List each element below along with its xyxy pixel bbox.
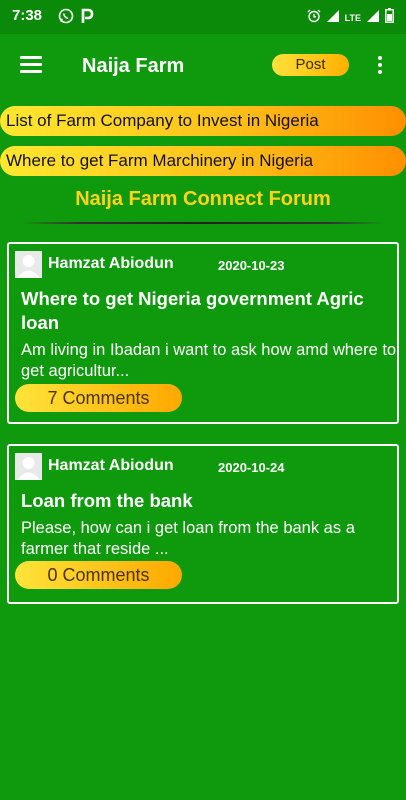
more-options-icon[interactable]	[376, 56, 384, 76]
post-title[interactable]: Loan from the bank	[21, 489, 397, 513]
post-date: 2020-10-24	[218, 460, 285, 475]
status-time: 7:38	[12, 7, 43, 24]
post-title[interactable]: Where to get Nigeria government Agric lo…	[21, 287, 397, 335]
avatar	[15, 251, 42, 278]
forum-divider	[22, 222, 384, 224]
status-right-icons: LTE	[307, 8, 394, 28]
forum-title: Naija Farm Connect Forum	[75, 188, 331, 210]
alarm-icon	[307, 9, 321, 28]
post-excerpt: Am living in Ibadan i want to ask how am…	[21, 341, 397, 380]
signal-icon	[326, 9, 339, 27]
post-excerpt: Please, how can i get loan from the bank…	[21, 519, 355, 558]
banner-farm-companies[interactable]: List of Farm Company to Invest in Nigeri…	[0, 106, 406, 136]
post-date: 2020-10-23	[218, 258, 285, 273]
comments-button[interactable]: 7 Comments	[15, 384, 182, 412]
post-author: Hamzat Abiodun	[48, 255, 174, 272]
p-app-icon	[80, 8, 94, 29]
menu-icon[interactable]	[20, 56, 42, 74]
post-author: Hamzat Abiodun	[48, 457, 174, 474]
status-left-icons	[58, 8, 94, 29]
status-bar: 7:38 LTE	[0, 0, 406, 34]
battery-icon	[385, 8, 394, 28]
post-card[interactable]: Hamzat Abiodun 2020-10-24 Loan from the …	[7, 444, 399, 604]
app-title: Naija Farm	[82, 55, 185, 77]
app-bar: Naija Farm Post	[0, 34, 406, 100]
whatsapp-icon	[58, 8, 74, 29]
comments-button[interactable]: 0 Comments	[15, 561, 182, 589]
avatar	[15, 453, 42, 480]
post-button[interactable]: Post	[272, 54, 349, 76]
lte-icon: LTE	[344, 13, 361, 23]
banner-farm-machinery[interactable]: Where to get Farm Marchinery in Nigeria	[0, 146, 406, 176]
post-card[interactable]: Hamzat Abiodun 2020-10-23 Where to get N…	[7, 242, 399, 424]
signal-icon	[367, 9, 379, 27]
